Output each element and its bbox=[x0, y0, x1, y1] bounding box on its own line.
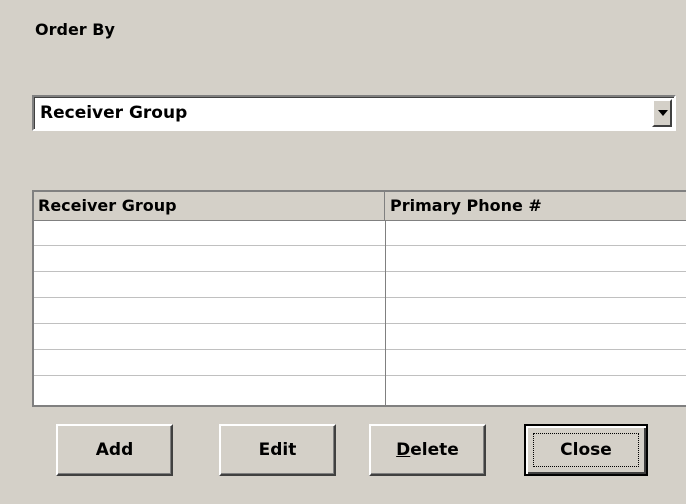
table-row[interactable] bbox=[34, 246, 686, 272]
receiver-group-grid[interactable]: Receiver Group Primary Phone # bbox=[32, 190, 686, 407]
column-header-primary-phone[interactable]: Primary Phone # bbox=[386, 192, 686, 220]
table-row[interactable] bbox=[34, 220, 686, 246]
delete-button[interactable]: Delete bbox=[369, 424, 486, 476]
column-header-receiver-group[interactable]: Receiver Group bbox=[34, 192, 385, 220]
dropdown-button[interactable] bbox=[652, 99, 672, 127]
order-by-label: Order By bbox=[35, 20, 115, 39]
grid-header: Receiver Group Primary Phone # bbox=[34, 192, 686, 221]
table-row[interactable] bbox=[34, 350, 686, 376]
order-by-selected-value: Receiver Group bbox=[40, 103, 188, 123]
close-button[interactable]: Close bbox=[524, 424, 648, 476]
delete-mnemonic: D bbox=[396, 440, 411, 460]
table-row[interactable] bbox=[34, 272, 686, 298]
table-row[interactable] bbox=[34, 324, 686, 350]
chevron-down-icon bbox=[658, 110, 668, 116]
add-button[interactable]: Add bbox=[56, 424, 173, 476]
edit-button[interactable]: Edit bbox=[219, 424, 336, 476]
close-label: Close bbox=[560, 440, 612, 460]
column-divider bbox=[385, 220, 386, 405]
delete-label: elete bbox=[410, 440, 459, 460]
order-by-dropdown[interactable]: Receiver Group bbox=[32, 95, 676, 131]
table-row[interactable] bbox=[34, 298, 686, 324]
table-row[interactable] bbox=[34, 376, 686, 402]
